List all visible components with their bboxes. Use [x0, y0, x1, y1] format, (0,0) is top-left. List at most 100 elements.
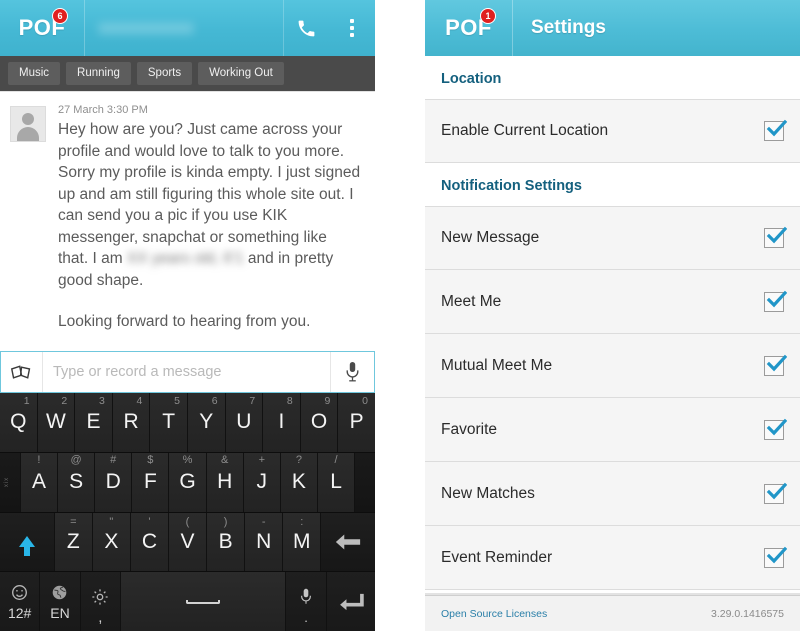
key-g[interactable]: % G	[169, 452, 207, 512]
key-o[interactable]: 9O	[300, 393, 339, 452]
tab-music[interactable]: Music	[8, 62, 61, 85]
key-hint: !	[37, 453, 41, 466]
backspace-icon[interactable]	[321, 512, 375, 572]
key-x[interactable]: " X	[92, 512, 131, 572]
avatar[interactable]	[10, 106, 46, 142]
message-thread: 27 March 3:30 PM Hey how are you? Just c…	[0, 92, 375, 393]
tab-running[interactable]: Running	[66, 62, 131, 85]
pof-logo-button[interactable]: POF 6	[0, 0, 85, 56]
key-r[interactable]: 4R	[112, 393, 151, 452]
message-text-part3: Looking forward to hearing from you.	[58, 313, 311, 330]
checkbox-meet-me[interactable]	[764, 290, 787, 312]
key-label: A	[31, 470, 46, 494]
overflow-menu-icon[interactable]	[329, 0, 375, 56]
mic-key-sub: .	[304, 610, 308, 625]
key-y[interactable]: 6Y	[187, 393, 226, 452]
key-w[interactable]: 2W	[37, 393, 76, 452]
key-hint: $	[147, 453, 154, 466]
checkbox-mutual-meet-me[interactable]	[764, 354, 787, 376]
key-label: Z	[66, 529, 80, 553]
key-hint: +	[258, 453, 265, 466]
settings-pof-logo-button[interactable]: POF 1	[425, 0, 513, 56]
key-label: D	[105, 470, 121, 494]
key-k[interactable]: ? K	[280, 452, 318, 512]
setting-label: Enable Current Location	[441, 122, 609, 139]
key-hint: 8	[286, 395, 293, 407]
key-e[interactable]: 3E	[75, 393, 113, 452]
enter-icon[interactable]	[326, 572, 375, 631]
key-h[interactable]: & H	[206, 452, 244, 512]
setting-row-mutual-meet-me[interactable]: Mutual Meet Me	[425, 334, 800, 398]
tab-working-out[interactable]: Working Out	[198, 62, 284, 85]
key-z[interactable]: = Z	[54, 512, 93, 572]
key-s[interactable]: @ S	[58, 452, 96, 512]
gear-icon[interactable]: ,	[80, 572, 121, 631]
header-actions	[283, 0, 375, 56]
message-composer	[0, 351, 375, 393]
gear-key-sub: ,	[98, 609, 103, 626]
message-input[interactable]	[43, 352, 330, 392]
key-row2-right-edge[interactable]	[355, 452, 375, 512]
key-c[interactable]: ' C	[130, 512, 169, 572]
key-d[interactable]: # D	[95, 452, 133, 512]
settings-app-header: POF 1 Settings	[425, 0, 800, 56]
phone-icon[interactable]	[283, 0, 329, 56]
checkbox-enable-current-location[interactable]	[764, 119, 787, 141]
key-t[interactable]: 5T	[150, 393, 188, 452]
key-n[interactable]: -N	[245, 512, 284, 572]
key-u[interactable]: 7U	[225, 393, 264, 452]
key-hint: "	[109, 515, 114, 528]
setting-row-new-matches[interactable]: New Matches	[425, 462, 800, 526]
setting-row-meet-me[interactable]: Meet Me	[425, 270, 800, 334]
key-v[interactable]: (V	[168, 512, 208, 572]
checkbox-favorite[interactable]	[764, 418, 787, 440]
open-source-licenses-link[interactable]: Open Source Licenses	[441, 608, 547, 620]
key-label: Q	[10, 410, 27, 434]
key-label: M	[293, 529, 311, 553]
key-label: L	[330, 470, 342, 494]
checkbox-event-reminder[interactable]	[764, 546, 787, 568]
symbols-key[interactable]: 12#	[0, 572, 41, 631]
language-key[interactable]: EN	[40, 572, 81, 631]
keyboard-row-4: 12# EN , .	[0, 572, 375, 631]
setting-label: Mutual Meet Me	[441, 356, 553, 374]
spacebar-glyph	[186, 599, 221, 604]
key-a[interactable]: ! A	[20, 452, 59, 512]
tab-sports[interactable]: Sports	[136, 62, 193, 85]
key-q[interactable]: 1Q	[0, 393, 38, 452]
key-hint: 0	[362, 395, 368, 407]
interest-tabs: Music Running Sports Working Out	[0, 56, 375, 92]
spacebar-icon[interactable]	[120, 572, 287, 631]
key-label: B	[218, 529, 233, 553]
key-b[interactable]: ) B	[207, 512, 246, 572]
key-label: G	[179, 470, 196, 494]
key-l[interactable]: / L	[318, 452, 356, 512]
setting-row-enable-current-location[interactable]: Enable Current Location	[425, 99, 800, 163]
key-i[interactable]: 8I	[263, 393, 301, 452]
checkbox-new-message[interactable]	[764, 226, 787, 248]
key-j[interactable]: + J	[243, 452, 281, 512]
checkbox-new-matches[interactable]	[764, 482, 787, 504]
key-p[interactable]: 0P	[338, 393, 375, 452]
key-f[interactable]: $ F	[132, 452, 170, 512]
shift-arrow-icon[interactable]	[0, 512, 55, 572]
microphone-icon[interactable]	[330, 352, 374, 392]
key-label: R	[123, 410, 139, 434]
key-row2-left-edge[interactable]: xix	[0, 452, 21, 512]
setting-row-event-reminder[interactable]: Event Reminder	[425, 526, 800, 590]
keyboard-microphone-icon[interactable]: .	[286, 572, 327, 631]
key-hint: 3	[98, 395, 105, 407]
unread-badge: 6	[52, 8, 68, 24]
peer-username: xxxxxxxxxx	[99, 18, 194, 37]
language-key-label: EN	[50, 604, 70, 621]
cards-icon[interactable]	[1, 352, 43, 392]
setting-row-new-message[interactable]: New Message	[425, 206, 800, 270]
key-label: O	[310, 410, 328, 434]
globe-icon	[51, 584, 68, 605]
unread-badge: 1	[480, 8, 496, 24]
message-text: Hey how are you? Just came across your p…	[58, 119, 361, 333]
key-label: W	[45, 410, 66, 434]
key-m[interactable]: :M	[283, 512, 322, 572]
setting-row-favorite[interactable]: Favorite	[425, 398, 800, 462]
setting-label: Event Reminder	[441, 548, 553, 566]
